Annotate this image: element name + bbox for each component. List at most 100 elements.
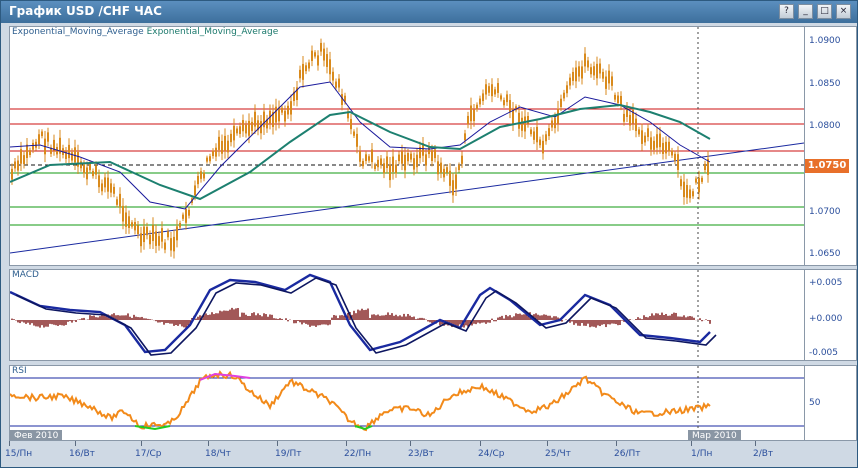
candle-body	[290, 101, 292, 115]
candle-body	[698, 177, 700, 193]
price-pane[interactable]: Exponential_Moving_Average Exponential_M…	[9, 26, 857, 266]
candle-body	[599, 63, 601, 74]
candle-body	[485, 84, 487, 95]
candle-body	[581, 66, 583, 79]
candle-body	[245, 124, 247, 134]
candle-body	[572, 71, 574, 81]
candle-body	[11, 168, 13, 180]
candle-body	[395, 164, 397, 174]
candle-body	[92, 171, 94, 177]
candle-body	[197, 175, 199, 185]
candle-body	[122, 205, 124, 222]
macd-pane[interactable]: MACD +0.005 +0.000 -0.005	[9, 269, 857, 361]
time-label: 25/Чт	[545, 449, 571, 459]
macd-tick: +0.005	[809, 278, 843, 288]
candle-body	[479, 98, 481, 105]
candle-body	[473, 109, 475, 122]
time-tick	[410, 441, 411, 446]
candle-body	[692, 191, 694, 197]
time-tick	[691, 441, 692, 446]
candle-body	[329, 59, 331, 75]
candle-body	[143, 226, 145, 243]
candle-body	[251, 121, 253, 131]
candle-body	[704, 163, 706, 171]
maximize-button[interactable]: □	[817, 4, 832, 19]
help-button[interactable]: ?	[779, 4, 794, 19]
candle-body	[371, 149, 373, 163]
candle-body	[155, 231, 157, 246]
time-label: 17/Ср	[135, 449, 162, 459]
candle-body	[611, 76, 613, 86]
candle-body	[314, 52, 316, 57]
price-axis: 1.0900 1.0850 1.0800 1.0700 1.0650	[804, 27, 856, 265]
rsi-pane[interactable]: RSI 50 Фев 2010 Мар 2010	[9, 365, 857, 441]
ema-legend: Exponential_Moving_Average Exponential_M…	[12, 27, 278, 37]
candle-body	[491, 84, 493, 97]
candle-body	[431, 150, 433, 161]
candle-body	[362, 160, 364, 167]
candle-body	[95, 165, 97, 175]
price-plot[interactable]	[10, 27, 857, 266]
candle-body	[305, 65, 307, 72]
price-tick: 1.0850	[809, 79, 841, 89]
candle-body	[206, 157, 208, 162]
candle-body	[509, 100, 511, 113]
candle-body	[275, 106, 277, 123]
candle-body	[488, 86, 490, 93]
close-button[interactable]: ×	[836, 4, 851, 19]
time-label: 23/Вт	[408, 449, 434, 459]
window-title: График USD /CHF ЧАС	[9, 4, 162, 18]
candle-body	[590, 67, 592, 75]
rsi-tick: 50	[809, 398, 821, 408]
candle-body	[596, 63, 598, 79]
time-label: 1/Пн	[691, 449, 713, 459]
candle-body	[578, 66, 580, 77]
macd-tick: -0.005	[809, 348, 839, 358]
time-tick	[755, 441, 756, 446]
minimize-button[interactable]: _	[798, 4, 813, 19]
candle-body	[101, 183, 103, 192]
candle-body	[167, 231, 169, 238]
month-tag-mar: Мар 2010	[688, 430, 741, 440]
candle-body	[575, 67, 577, 82]
chart-window: График USD /CHF ЧАС ? _ □ × Exponential_…	[0, 0, 858, 468]
candle-body	[221, 140, 223, 154]
candle-body	[686, 185, 688, 198]
candle-body	[299, 69, 301, 79]
candle-body	[677, 154, 679, 170]
macd-tick: +0.000	[809, 314, 843, 324]
candle-body	[482, 93, 484, 102]
candle-body	[446, 167, 448, 173]
candle-body	[140, 233, 142, 247]
candle-body	[425, 154, 427, 166]
candle-body	[26, 144, 28, 159]
candle-body	[494, 89, 496, 95]
candle-body	[374, 164, 376, 170]
candle-body	[14, 161, 16, 169]
time-tick	[9, 441, 10, 446]
candle-body	[359, 151, 361, 162]
candle-body	[161, 228, 163, 242]
candle-body	[350, 119, 352, 130]
candle-body	[695, 178, 697, 183]
macd-plot[interactable]	[10, 270, 857, 361]
candle-body	[437, 161, 439, 175]
time-label: 24/Ср	[478, 449, 505, 459]
candle-body	[617, 95, 619, 103]
candle-body	[353, 131, 355, 136]
candle-body	[377, 159, 379, 168]
candle-body	[86, 167, 88, 180]
candle-body	[284, 110, 286, 122]
candle-body	[689, 189, 691, 199]
candle-body	[203, 172, 205, 179]
candle-body	[584, 53, 586, 67]
candle-body	[383, 163, 385, 174]
candle-body	[29, 150, 31, 155]
candle-body	[674, 153, 676, 161]
time-label: 18/Чт	[205, 449, 231, 459]
candle-body	[185, 208, 187, 223]
time-tick	[616, 441, 617, 446]
candle-body	[656, 134, 658, 148]
candle-body	[323, 48, 325, 61]
rsi-label: RSI	[12, 366, 27, 376]
